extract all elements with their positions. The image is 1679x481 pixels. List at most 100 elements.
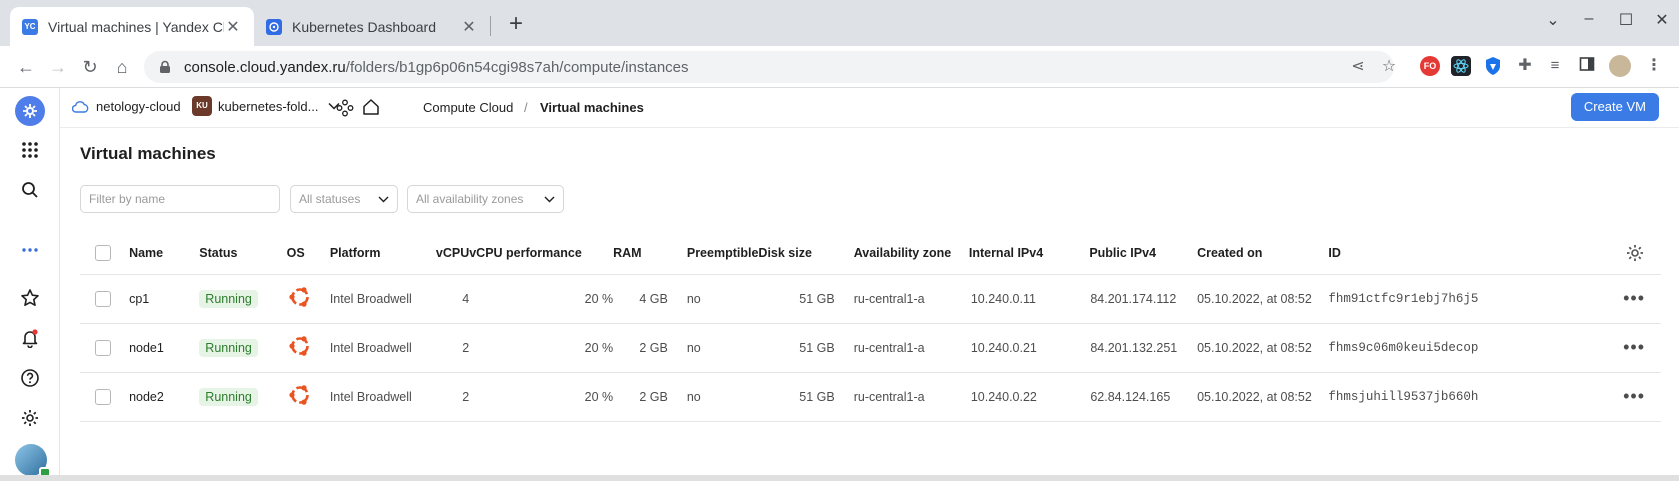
extension-shield-icon[interactable] (1483, 56, 1503, 76)
filter-by-name-input[interactable]: Filter by name (80, 185, 280, 213)
yandex-cloud-favicon-icon: YC (22, 18, 38, 35)
column-id[interactable]: ID (1328, 232, 1479, 275)
vm-disk-size: 51 GB (758, 274, 835, 324)
settings-gear-icon[interactable] (16, 404, 44, 432)
row-actions-more-icon[interactable]: ••• (1478, 274, 1661, 324)
column-name[interactable]: Name (129, 232, 200, 275)
row-actions-more-icon[interactable]: ••• (1478, 372, 1661, 422)
table-row[interactable]: node2 Running Intel Broadwell 2 20 % 2 G… (80, 372, 1661, 422)
vm-internal-ipv4: 10.240.0.22 (968, 372, 1090, 422)
select-all-checkbox[interactable] (80, 232, 130, 275)
row-checkbox[interactable] (80, 274, 130, 324)
browser-menu-icon[interactable]: ⋮ (1644, 56, 1664, 76)
home-icon[interactable]: ⌂ (109, 54, 135, 80)
tab-search-icon[interactable]: ⌄ (1541, 10, 1565, 30)
zone-filter-value: All availability zones (416, 192, 524, 206)
help-icon[interactable] (16, 364, 44, 392)
breadcrumb-compute-cloud[interactable]: Compute Cloud (423, 100, 513, 115)
vm-preemptible: no (667, 372, 759, 422)
row-checkbox[interactable] (80, 323, 130, 373)
vm-id: fhms9c06m0keui5decop (1328, 323, 1479, 373)
column-internal-ipv4[interactable]: Internal IPv4 (968, 232, 1090, 275)
column-status[interactable]: Status (199, 232, 287, 275)
lock-icon (160, 60, 170, 73)
kubernetes-icon (266, 18, 282, 35)
column-created-on[interactable]: Created on (1197, 232, 1329, 275)
close-tab-icon[interactable]: ✕ (224, 17, 242, 37)
browser-tab-kubernetes[interactable]: Kubernetes Dashboard ✕ (254, 7, 490, 46)
column-platform[interactable]: Platform (329, 232, 436, 275)
reload-icon[interactable]: ↻ (77, 54, 103, 80)
close-window-icon[interactable]: ✕ (1650, 10, 1674, 30)
share-icon[interactable]: ⋖ (1347, 56, 1369, 78)
profile-avatar-icon[interactable] (1609, 55, 1631, 77)
os-cell (286, 323, 330, 373)
compute-service-icon[interactable] (15, 96, 45, 126)
column-vcpu-performance[interactable]: vCPU performance (469, 232, 614, 275)
status-filter-value: All statuses (299, 192, 361, 206)
forward-icon[interactable]: → (45, 54, 71, 80)
vm-platform: Intel Broadwell (329, 323, 436, 373)
services-hub-icon[interactable] (336, 99, 354, 117)
side-panel-icon[interactable] (1577, 56, 1597, 76)
bookmark-star-icon[interactable]: ☆ (1378, 56, 1400, 78)
table-settings-gear-icon[interactable] (1478, 232, 1661, 275)
vm-id: fhmsjuhill9537jb660h (1328, 372, 1479, 422)
vm-name[interactable]: cp1 (129, 274, 200, 324)
vm-status: Running (199, 274, 287, 324)
column-disk-size[interactable]: Disk size (758, 232, 835, 275)
breadcrumb-separator: / (524, 100, 528, 115)
column-availability-zone[interactable]: Availability zone (834, 232, 952, 275)
table-row[interactable]: node1 Running Intel Broadwell 2 20 % 2 G… (80, 323, 1661, 373)
minimize-icon[interactable]: – (1577, 10, 1601, 28)
status-filter-select[interactable]: All statuses (290, 185, 398, 213)
column-os[interactable]: OS (286, 232, 330, 275)
tab-title: Kubernetes Dashboard (292, 18, 436, 35)
cloud-icon (72, 100, 89, 113)
vm-status: Running (199, 372, 287, 422)
cloud-selector[interactable]: netology-cloud (72, 99, 181, 114)
notifications-bell-icon[interactable] (16, 324, 44, 352)
url-host: console.cloud.yandex.ru (184, 58, 346, 76)
all-services-grid-icon[interactable] (16, 136, 44, 164)
vm-name[interactable]: node2 (129, 372, 200, 422)
zone-filter-select[interactable]: All availability zones (407, 185, 564, 213)
address-bar[interactable]: console.cloud.yandex.ru/folders/b1gp6p06… (144, 51, 1396, 83)
column-vcpu[interactable]: vCPU (435, 232, 470, 275)
vm-internal-ipv4: 10.240.0.21 (968, 323, 1090, 373)
user-avatar[interactable] (15, 444, 51, 479)
extension-react-icon[interactable] (1451, 56, 1471, 76)
row-checkbox[interactable] (80, 372, 130, 422)
close-tab-icon[interactable]: ✕ (460, 17, 478, 37)
back-icon[interactable]: ← (13, 54, 39, 80)
ubuntu-icon (289, 385, 309, 405)
extension-fo-icon[interactable]: FO (1420, 56, 1440, 76)
folder-selector[interactable]: KU kubernetes-fold... (192, 96, 340, 116)
search-icon[interactable] (16, 176, 44, 204)
browser-toolbar: ← → ↻ ⌂ console.cloud.yandex.ru/folders/… (0, 46, 1679, 88)
favorites-star-icon[interactable] (16, 284, 44, 312)
app-rail (0, 88, 60, 481)
more-dots-icon[interactable] (16, 236, 44, 264)
create-vm-button[interactable]: Create VM (1570, 93, 1659, 121)
folder-avatar: KU (192, 96, 212, 116)
ubuntu-icon (289, 336, 309, 356)
vm-internal-ipv4: 10.240.0.11 (968, 274, 1090, 324)
vm-name[interactable]: node1 (129, 323, 200, 373)
new-tab-icon[interactable]: + (502, 11, 530, 39)
media-queue-icon[interactable]: ≡ (1545, 56, 1565, 76)
column-ram[interactable]: RAM (613, 232, 668, 275)
row-actions-more-icon[interactable]: ••• (1478, 323, 1661, 373)
vm-platform: Intel Broadwell (329, 274, 436, 324)
column-preemptible[interactable]: Preemptible (667, 232, 759, 275)
table-row[interactable]: cp1 Running Intel Broadwell 4 20 % 4 GB … (80, 274, 1661, 324)
maximize-icon[interactable]: ☐ (1614, 10, 1638, 30)
column-public-ipv4[interactable]: Public IPv4 (1089, 232, 1198, 275)
vm-public-ipv4: 62.84.124.165 (1089, 372, 1198, 422)
home-icon[interactable] (362, 98, 380, 116)
browser-tab-active[interactable]: YC Virtual machines | Yandex Clo ✕ (10, 7, 254, 46)
chevron-down-icon (378, 196, 389, 202)
vm-availability-zone: ru-central1-a (834, 274, 952, 324)
browser-tabstrip: YC Virtual machines | Yandex Clo ✕ Kuber… (0, 0, 1679, 46)
extensions-puzzle-icon[interactable]: ✚ (1515, 56, 1535, 76)
